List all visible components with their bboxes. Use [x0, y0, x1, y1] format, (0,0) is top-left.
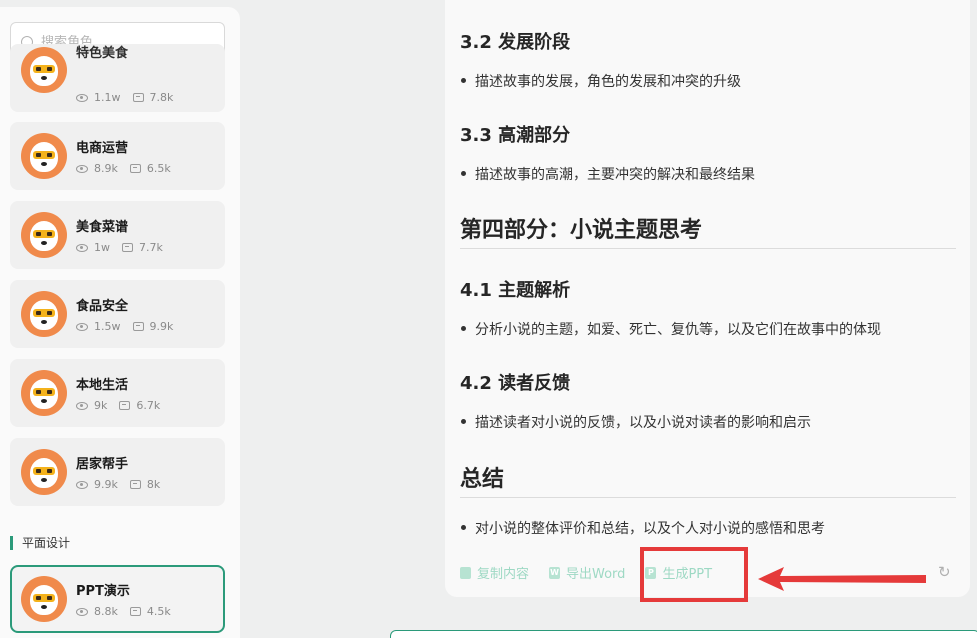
role-card-title: 电商运营 [76, 141, 129, 156]
comments-count: 7.7k [139, 241, 163, 254]
role-card-title: 居家帮手 [76, 457, 129, 472]
heading-summary: 总结 [460, 461, 956, 498]
eye-icon [76, 607, 88, 616]
role-card-active[interactable]: PPT演示 8.8k 4.5k [10, 565, 225, 633]
role-card[interactable]: 特色美食 1.1w 7.8k [10, 44, 225, 112]
comments-count: 6.7k [136, 399, 161, 412]
views-count: 8.9k [94, 162, 118, 175]
role-card-title: 食品安全 [76, 299, 129, 314]
list-item: 描述读者对小说的反馈，以及小说对读者的影响和启示 [461, 412, 811, 432]
message-icon [129, 607, 141, 616]
heading-3-2: 3.2 发展阶段 [460, 32, 571, 53]
message-icon [119, 401, 131, 410]
role-card[interactable]: 居家帮手 9.9k 8k [10, 438, 225, 506]
avatar [21, 576, 67, 622]
copy-icon [460, 566, 471, 579]
role-card-stats: 9k 6.7k [76, 399, 160, 412]
avatar [21, 291, 67, 337]
word-icon: W [549, 566, 561, 579]
role-card-title: PPT演示 [76, 584, 130, 599]
role-card[interactable]: 电商运营 8.9k 6.5k [10, 122, 225, 190]
comments-count: 4.5k [146, 605, 171, 618]
role-card[interactable]: 本地生活 9k 6.7k [10, 359, 225, 427]
role-card-stats: 1.1w 7.8k [76, 91, 173, 104]
copy-content-button[interactable]: 复制内容 [460, 563, 529, 582]
comments-count: 9.9k [149, 320, 174, 333]
heading-4-2: 4.2 读者反馈 [460, 373, 571, 394]
section-label-text: 平面设计 [22, 536, 71, 550]
message-icon [129, 164, 141, 173]
refresh-icon[interactable]: ↻ [938, 563, 951, 581]
heading-3-3: 3.3 高潮部分 [460, 125, 571, 146]
role-card[interactable]: 美食菜谱 1w 7.7k [10, 201, 225, 269]
role-card[interactable]: 食品安全 1.5w 9.9k [10, 280, 225, 348]
avatar [21, 133, 67, 179]
copy-label: 复制内容 [477, 567, 530, 582]
views-count: 1.1w [94, 91, 121, 104]
heading-4-1: 4.1 主题解析 [460, 280, 571, 301]
role-card-stats: 1w 7.7k [76, 241, 163, 254]
comments-count: 6.5k [146, 162, 171, 175]
input-area[interactable] [390, 630, 977, 638]
message-icon [132, 93, 144, 102]
section-marker [10, 535, 13, 550]
eye-icon [76, 401, 88, 410]
message-icon [132, 322, 144, 331]
export-word-button[interactable]: W 导出Word [549, 563, 625, 582]
avatar [21, 370, 67, 416]
role-card-stats: 1.5w 9.9k [76, 320, 173, 333]
response-panel: 3.2 发展阶段 描述故事的发展，角色的发展和冲突的升级 3.3 高潮部分 描述… [445, 0, 970, 597]
annotation-arrow [758, 567, 926, 591]
highlight-box [640, 547, 748, 602]
role-card-title: 特色美食 [76, 46, 129, 61]
eye-icon [76, 164, 88, 173]
eye-icon [76, 93, 88, 102]
comments-count: 7.8k [149, 91, 174, 104]
list-item: 描述故事的高潮，主要冲突的解决和最终结果 [461, 164, 755, 184]
message-icon [122, 243, 133, 252]
section-label: 平面设计 [10, 534, 70, 551]
list-item: 分析小说的主题，如爱、死亡、复仇等，以及它们在故事中的体现 [461, 319, 881, 339]
role-card-title: 本地生活 [76, 378, 129, 393]
eye-icon [76, 480, 88, 489]
avatar [21, 449, 67, 495]
list-item: 对小说的整体评价和总结，以及个人对小说的感悟和思考 [461, 518, 825, 538]
views-count: 9.9k [94, 478, 118, 491]
role-card-title: 美食菜谱 [76, 220, 129, 235]
eye-icon [76, 243, 88, 252]
message-icon [129, 480, 141, 489]
role-card-stats: 9.9k 8k [76, 478, 160, 491]
sidebar: 特色美食 1.1w 7.8k 电商运营 8.9k 6.5k 美食菜谱 1w 7.… [0, 7, 240, 638]
heading-part-4: 第四部分：小说主题思考 [460, 212, 956, 249]
views-count: 1.5w [94, 320, 121, 333]
role-card-stats: 8.8k 4.5k [76, 605, 171, 618]
avatar [21, 47, 67, 93]
list-item: 描述故事的发展，角色的发展和冲突的升级 [461, 71, 741, 91]
role-card-stats: 8.9k 6.5k [76, 162, 171, 175]
views-count: 8.8k [94, 605, 118, 618]
views-count: 9k [94, 399, 108, 412]
export-word-label: 导出Word [566, 567, 626, 582]
avatar [21, 212, 67, 258]
views-count: 1w [94, 241, 110, 254]
eye-icon [76, 322, 88, 331]
comments-count: 8k [146, 478, 161, 491]
